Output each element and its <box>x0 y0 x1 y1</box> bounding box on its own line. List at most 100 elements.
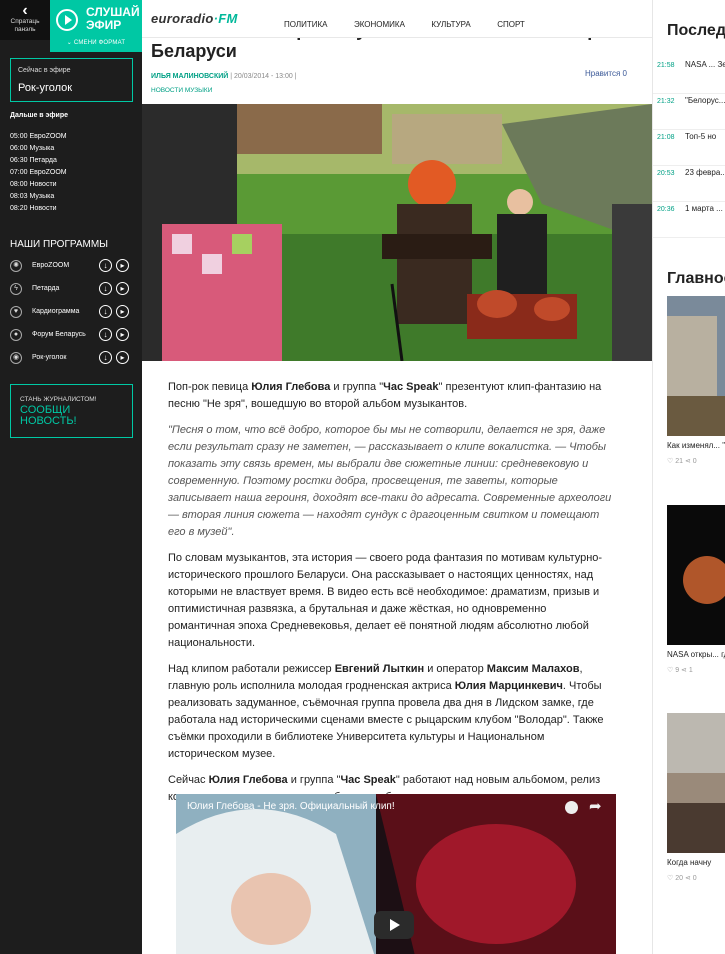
programs-title: НАШИ ПРОГРАММЫ <box>10 239 109 250</box>
program-item[interactable]: ● Форум Беларусь ↓ ▸ <box>10 327 134 350</box>
bold-text: Юлия Марцинкевич <box>454 680 563 692</box>
like-button[interactable]: Нравится 0 <box>585 69 627 78</box>
download-icon[interactable]: ↓ <box>99 259 112 272</box>
paragraph: Поп-рок певица Юлия Глебова и группа "Ча… <box>168 381 602 410</box>
news-item[interactable]: 20:53 23 февра... ветер и к <box>653 166 725 202</box>
download-icon[interactable]: ↓ <box>99 305 112 318</box>
news-time: 21:08 <box>657 134 675 141</box>
change-format-button[interactable]: ⌄ СМЕНИ ФОРМАТ <box>50 39 142 46</box>
main-nav: ПОЛИТИКА ЭКОНОМИКА КУЛЬТУРА СПОРТ <box>284 14 547 32</box>
listen-live-button[interactable]: СЛУШАЙ ЭФИР ⌄ СМЕНИ ФОРМАТ <box>50 0 142 52</box>
download-icon[interactable]: ↓ <box>99 351 112 364</box>
bold-text: Евгений Лыткин <box>334 663 425 675</box>
left-sidebar: ‹ Спратаць панэль СЛУШАЙ ЭФИР ⌄ СМЕНИ ФО… <box>0 0 142 954</box>
download-icon[interactable]: ↓ <box>99 282 112 295</box>
now-on-air-value: Рок-уголок <box>18 82 73 94</box>
news-text: "Белорус... работу в <box>685 96 725 105</box>
rock-icon: ◉ <box>10 352 22 364</box>
change-format-label: СМЕНИ ФОРМАТ <box>73 40 126 46</box>
article-title: Юлия Глебова презентует клип по мотивам … <box>151 38 620 61</box>
nav-item-politics[interactable]: ПОЛИТИКА <box>284 20 328 29</box>
news-card-title: Когда начну <box>667 858 712 867</box>
news-card-image <box>667 505 725 645</box>
become-journalist-button[interactable]: СТАНЬ ЖУРНАЛИСТОМ! СООБЩИ НОВОСТЬ! <box>10 384 133 438</box>
news-text: NASA ... Землю, г <box>685 60 725 69</box>
video-embed[interactable]: Юлия Глебова - Не зря. Официальный клип!… <box>176 794 616 954</box>
program-item[interactable]: ♥ Кардиограмма ↓ ▸ <box>10 304 134 327</box>
globe-icon: ✺ <box>10 260 22 272</box>
news-item[interactable]: 21:08 Топ-5 но <box>653 130 725 166</box>
news-card[interactable]: Когда начну ♡ 20 ⋖ 0 <box>667 713 725 882</box>
play-icon[interactable]: ▸ <box>116 351 129 364</box>
program-item[interactable]: ◉ Рок-уголок ↓ ▸ <box>10 350 134 373</box>
nav-item-sport[interactable]: СПОРТ <box>497 20 525 29</box>
play-icon[interactable]: ▸ <box>116 282 129 295</box>
now-on-air-box: Сейчас в эфире Рок-уголок <box>10 58 133 102</box>
play-icon <box>56 9 78 31</box>
video-play-button[interactable] <box>374 911 414 939</box>
nav-item-economy[interactable]: ЭКОНОМИКА <box>354 20 405 29</box>
chat-icon: ● <box>10 329 22 341</box>
listen-label: СЛУШАЙ ЭФИР <box>86 5 140 32</box>
download-icon[interactable]: ↓ <box>99 328 112 341</box>
journalist-big-label: СООБЩИ НОВОСТЬ! <box>20 404 77 427</box>
bold-text: Юлия Глебова <box>208 774 288 786</box>
bold-text: Максим Малахов <box>486 663 580 675</box>
latest-news-title: Последние <box>667 22 725 39</box>
schedule-item: 08:03 Музыка <box>10 193 55 200</box>
news-card-stats: ♡ 21 ⋖ 0 <box>667 458 697 465</box>
bolt-icon: ϟ <box>10 283 22 295</box>
program-item[interactable]: ϟ Петарда ↓ ▸ <box>10 281 134 304</box>
news-time: 20:53 <box>657 170 675 177</box>
news-time: 21:58 <box>657 62 675 69</box>
news-card-image <box>667 713 725 853</box>
schedule-item: 06:30 Петарда <box>10 157 57 164</box>
watch-later-icon[interactable] <box>565 801 578 814</box>
meta-separator: | <box>294 73 297 80</box>
schedule-title: Дальше в эфире <box>10 112 69 119</box>
article-body: Поп-рок певица Юлия Глебова и группа "Ча… <box>168 379 613 815</box>
news-item[interactable]: 21:58 NASA ... Землю, г <box>653 58 725 94</box>
play-icon[interactable]: ▸ <box>116 328 129 341</box>
top-nav: euroradio·FM ПОЛИТИКА ЭКОНОМИКА КУЛЬТУРА… <box>142 0 652 38</box>
news-card-image <box>667 296 725 436</box>
news-card[interactable]: NASA откры... где может су ♡ 9 ⋖ 1 <box>667 505 725 674</box>
play-icon[interactable]: ▸ <box>116 259 129 272</box>
main-news-title: Главное <box>667 270 725 287</box>
programs-list: ✺ ЕвроZOOM ↓ ▸ ϟ Петарда ↓ ▸ ♥ Кардиогра… <box>10 258 134 373</box>
hide-panel-button[interactable]: ‹ Спратаць панэль <box>0 0 50 40</box>
program-item[interactable]: ✺ ЕвроZOOM ↓ ▸ <box>10 258 134 281</box>
news-card-title: NASA откры... где может су <box>667 650 725 659</box>
program-name: Форум Беларусь <box>32 331 86 338</box>
schedule-item: 08:20 Новости <box>10 205 57 212</box>
journalist-small-label: СТАНЬ ЖУРНАЛИСТОМ! <box>20 396 97 403</box>
article-hero-image <box>142 104 652 361</box>
news-item[interactable]: 20:36 1 марта ... виды си <box>653 202 725 238</box>
news-item[interactable]: 21:32 "Белорус... работу в <box>653 94 725 130</box>
news-card-title: Как изменял... "Куропаты" ( <box>667 441 725 450</box>
news-card[interactable]: Как изменял... "Куропаты" ( ♡ 21 ⋖ 0 <box>667 296 725 465</box>
news-time: 20:36 <box>657 206 675 213</box>
like-count: 0 <box>622 69 627 78</box>
nav-item-culture[interactable]: КУЛЬТУРА <box>431 20 470 29</box>
paragraph: Над клипом работали режиссер Евгений Лыт… <box>168 663 604 760</box>
schedule-item: 05:00 ЕвроZOOM <box>10 133 67 140</box>
schedule-item: 08:00 Новости <box>10 181 57 188</box>
program-name: Петарда <box>32 285 60 292</box>
program-name: Кардиограмма <box>32 308 80 315</box>
video-title: Юлия Глебова - Не зря. Официальный клип! <box>187 801 395 812</box>
article-category[interactable]: НОВОСТИ МУЗЫКИ <box>151 87 212 94</box>
like-label: Нравится <box>585 69 621 78</box>
article-meta: ИЛЬЯ МАЛИНОВСКИЙ | 20/03/2014 - 13:00 | <box>151 73 297 80</box>
news-time: 21:32 <box>657 98 675 105</box>
share-icon[interactable]: ➦ <box>589 797 602 815</box>
article-author[interactable]: ИЛЬЯ МАЛИНОВСКИЙ <box>151 73 228 80</box>
latest-news-list: 21:58 NASA ... Землю, г 21:32 "Белорус... … <box>653 58 725 238</box>
news-card-stats: ♡ 9 ⋖ 1 <box>667 667 693 674</box>
bold-text: Час Speak <box>383 381 439 393</box>
news-text: Топ-5 но <box>685 132 717 141</box>
play-icon[interactable]: ▸ <box>116 305 129 318</box>
site-logo[interactable]: euroradio·FM <box>151 11 238 26</box>
bold-text: Час Speak <box>340 774 396 786</box>
now-on-air-label: Сейчас в эфире <box>18 67 71 74</box>
